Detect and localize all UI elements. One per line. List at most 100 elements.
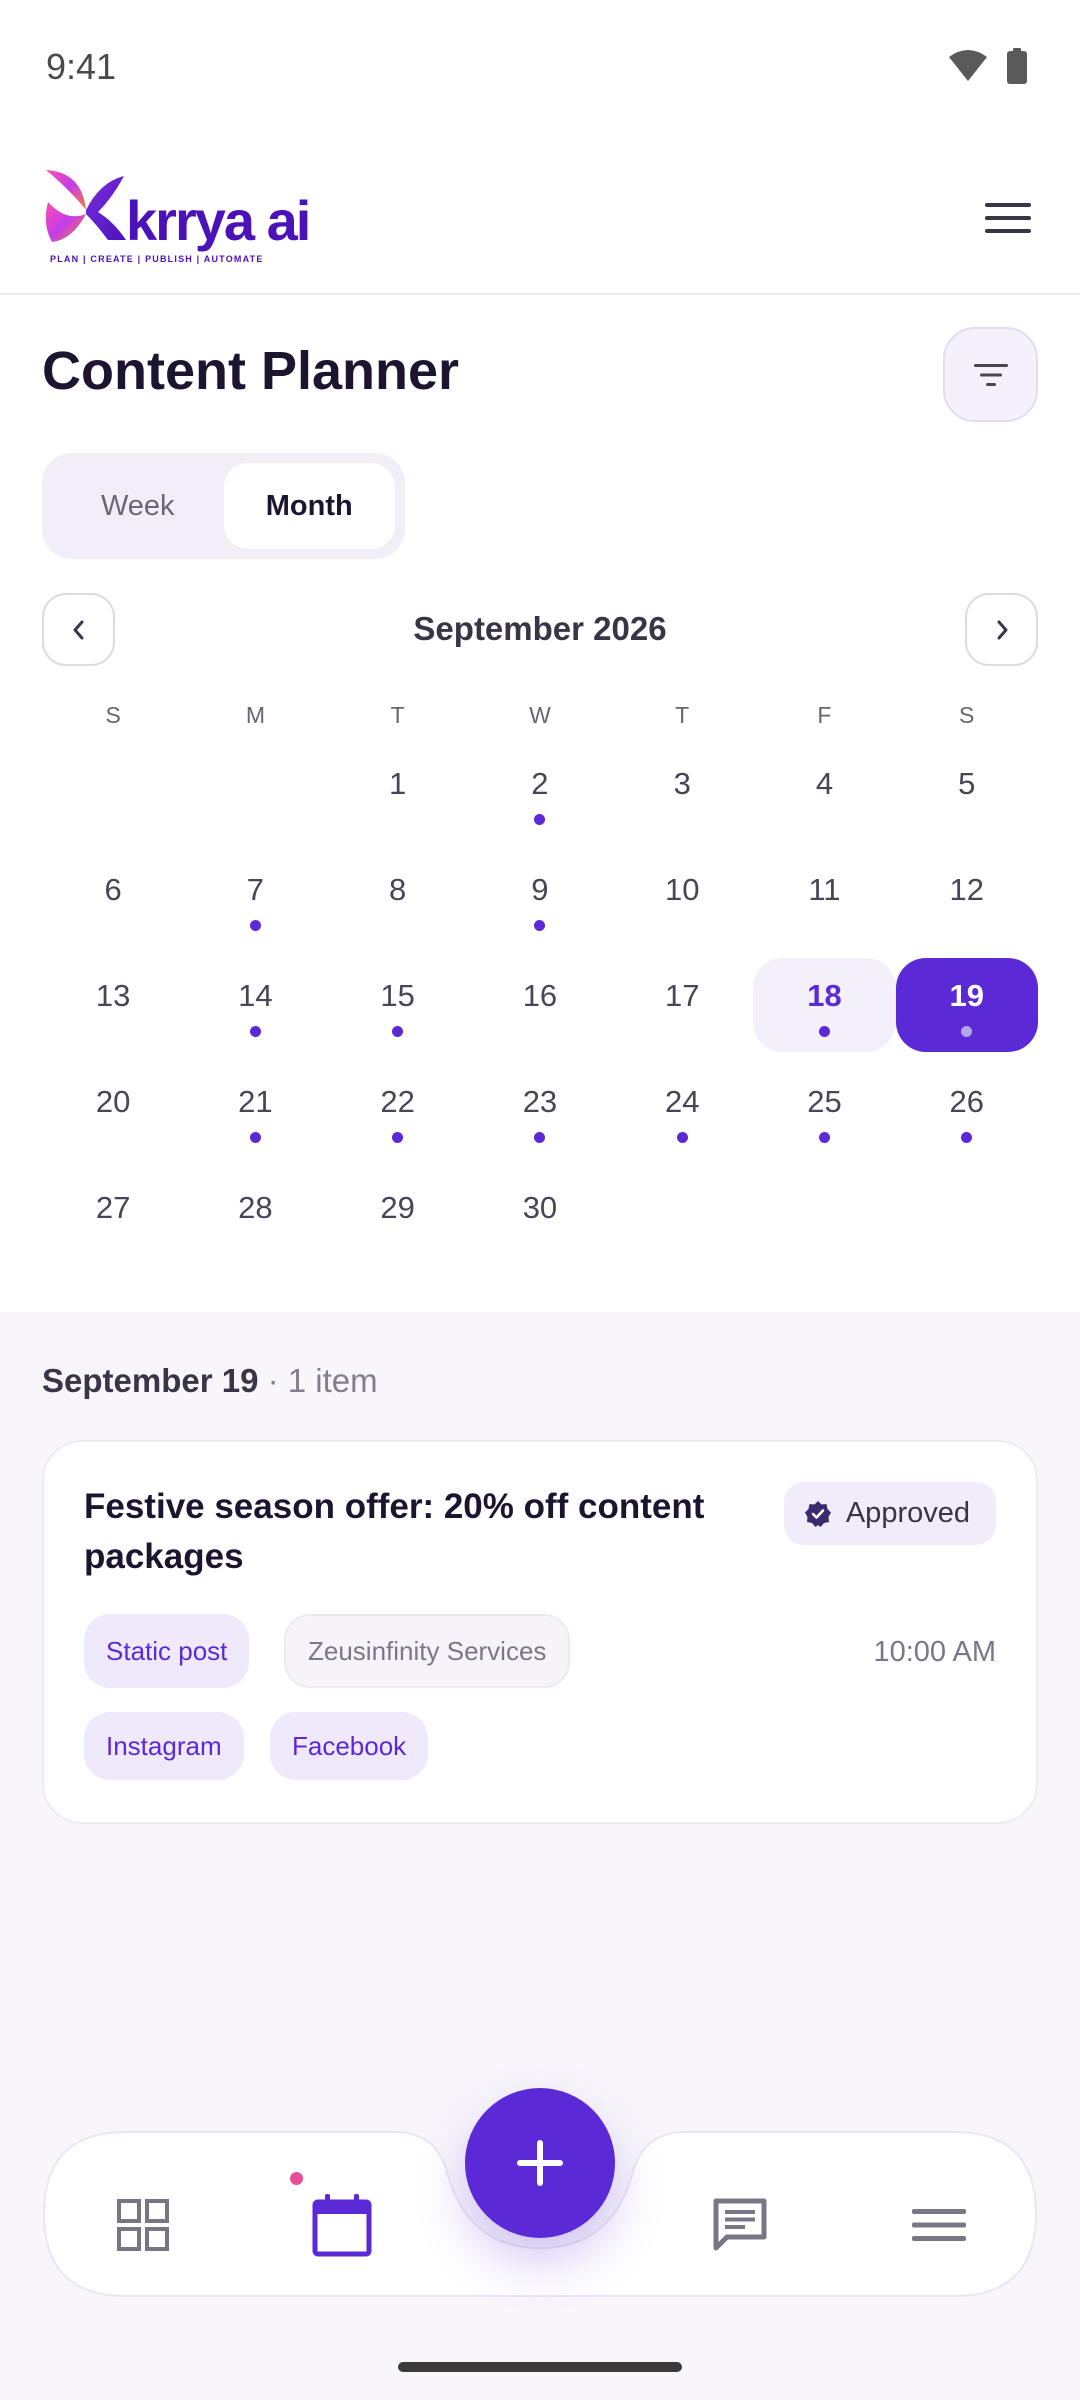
app-header: krrya ai PLAN | CREATE | PUBLISH | AUTOM… [0,140,1080,295]
calendar-day-10[interactable]: 10 [611,852,753,946]
nav-dashboard-button[interactable] [103,2185,183,2265]
calendar-day-19[interactable]: 19 [895,958,1038,1052]
calendar-day-2[interactable]: 2 [469,746,611,840]
calendar-day-17[interactable]: 17 [611,958,753,1052]
content-indicator-dot [676,1132,688,1143]
status-badge: Approved [783,1482,996,1545]
calendar-day-number: 6 [104,872,122,907]
calendar-grid: S M T W T F S 1 2 3 4 5 6 7 8 9 10 11 12 13 14 15 16 17 1… [42,690,1038,1270]
calendar-day-20[interactable]: 20 [42,1064,184,1158]
calendar-day-7[interactable]: 7 [184,852,326,946]
logo-wordmark: krrya ai [126,189,309,252]
status-time: 9:41 [46,46,117,87]
content-item-card[interactable]: Festive season offer: 20% off content pa… [42,1440,1038,1824]
calendar-weeks: 1 2 3 4 5 6 7 8 9 10 11 12 13 14 15 16 17 18 19 20 21 22 23 24 2… [42,740,1038,1270]
calendar-day-number: 14 [238,978,273,1013]
content-indicator-dot [249,1026,261,1037]
calendar-day-number: 30 [522,1190,558,1225]
calendar-day-number: 10 [664,872,700,907]
calendar-week-row: 20 21 22 23 24 25 26 [42,1058,1038,1164]
calendar-day-number: 28 [238,1190,273,1225]
content-indicator-dot [249,920,261,931]
calendar-day-number: 12 [949,872,984,907]
calendar-day-24[interactable]: 24 [611,1064,753,1158]
calendar-day-13[interactable]: 13 [42,958,184,1052]
nav-messages-button[interactable] [700,2185,780,2265]
calendar-day-15[interactable]: 15 [327,958,469,1052]
weekday-label: T [675,702,690,728]
status-badge-label: Approved [845,1497,970,1529]
week-view-button[interactable]: Week [52,463,224,549]
calendar-week-row: 1 2 3 4 5 [42,740,1038,846]
calendar-day-number: 2 [531,766,549,801]
calendar-day-26[interactable]: 26 [896,1064,1038,1158]
status-icons [948,48,1028,84]
platform-chip-facebook: Facebook [270,1712,429,1780]
hamburger-menu-button[interactable] [980,190,1036,246]
calendar-empty-cell [42,746,184,840]
calendar-day-27[interactable]: 27 [42,1170,184,1264]
scheduled-time: 10:00 AM [873,1636,996,1668]
calendar-empty-cell [896,1170,1038,1264]
calendar-icon [312,2194,372,2257]
calendar-day-number: 4 [815,766,834,801]
calendar-day-14[interactable]: 14 [184,958,326,1052]
calendar-day-28[interactable]: 28 [184,1170,326,1264]
calendar-day-number: 8 [389,872,407,907]
menu-icon [912,2209,966,2241]
calendar-day-3[interactable]: 3 [611,746,753,840]
calendar-day-11[interactable]: 11 [753,852,895,946]
calendar-day-number: 16 [522,978,558,1013]
calendar-day-29[interactable]: 29 [327,1170,469,1264]
month-label: September 2026 [413,610,667,647]
nav-more-button[interactable] [899,2185,979,2265]
calendar-day-8[interactable]: 8 [327,852,469,946]
month-view-button[interactable]: Month [223,463,395,549]
calendar-day-9[interactable]: 9 [469,852,611,946]
next-month-button[interactable] [965,593,1038,666]
agenda-item-count: · 1 item [267,1362,378,1399]
filter-icon [973,363,1008,386]
page-title: Content Planner [42,341,460,401]
nav-calendar-button[interactable] [302,2185,382,2265]
calendar-day-number: 1 [389,766,407,801]
calendar-day-number: 13 [95,978,131,1013]
calendar-day-number: 5 [958,766,976,801]
calendar-day-21[interactable]: 21 [184,1064,326,1158]
platform-chip-instagram: Instagram [84,1712,244,1780]
app-logo[interactable]: krrya ai PLAN | CREATE | PUBLISH | AUTOM… [42,162,342,272]
weekday-label: M [245,702,265,728]
calendar-day-number: 3 [673,766,691,801]
calendar-day-5[interactable]: 5 [896,746,1038,840]
calendar-day-16[interactable]: 16 [469,958,611,1052]
calendar-day-12[interactable]: 12 [896,852,1038,946]
calendar-empty-cell [753,1170,895,1264]
weekday-label: F [817,702,832,728]
content-indicator-dot [534,814,546,825]
logo-image: krrya ai PLAN | CREATE | PUBLISH | AUTOM… [45,170,311,264]
calendar-day-4[interactable]: 4 [753,746,895,840]
calendar-day-number: 9 [531,872,549,907]
calendar-day-22[interactable]: 22 [327,1064,469,1158]
calendar-day-18[interactable]: 18 [753,958,896,1052]
calendar-day-1[interactable]: 1 [327,746,469,840]
calendar-week-row: 27 28 29 30 [42,1164,1038,1270]
calendar-day-30[interactable]: 30 [469,1170,611,1264]
content-indicator-dot [961,1026,973,1037]
calendar-day-25[interactable]: 25 [753,1064,895,1158]
filter-button[interactable] [943,327,1038,422]
client-chip: Zeusinfinity Services [284,1614,571,1688]
add-content-button[interactable] [465,2088,615,2238]
home-indicator[interactable] [398,2362,682,2372]
calendar-day-23[interactable]: 23 [469,1064,611,1158]
status-bar: 9:41 [0,0,1080,140]
calendar-day-6[interactable]: 6 [42,852,184,946]
grid-icon [117,2199,169,2251]
menu-icon [985,203,1031,233]
chevron-right-icon [997,620,1007,639]
content-item-title: Festive season offer: 20% off content pa… [84,1487,705,1576]
weekday-header-row: S M T W T F S [42,690,1038,740]
agenda-date: September 19 [42,1362,259,1399]
chat-icon [713,2198,767,2251]
content-type-chip: Static post [84,1614,250,1688]
